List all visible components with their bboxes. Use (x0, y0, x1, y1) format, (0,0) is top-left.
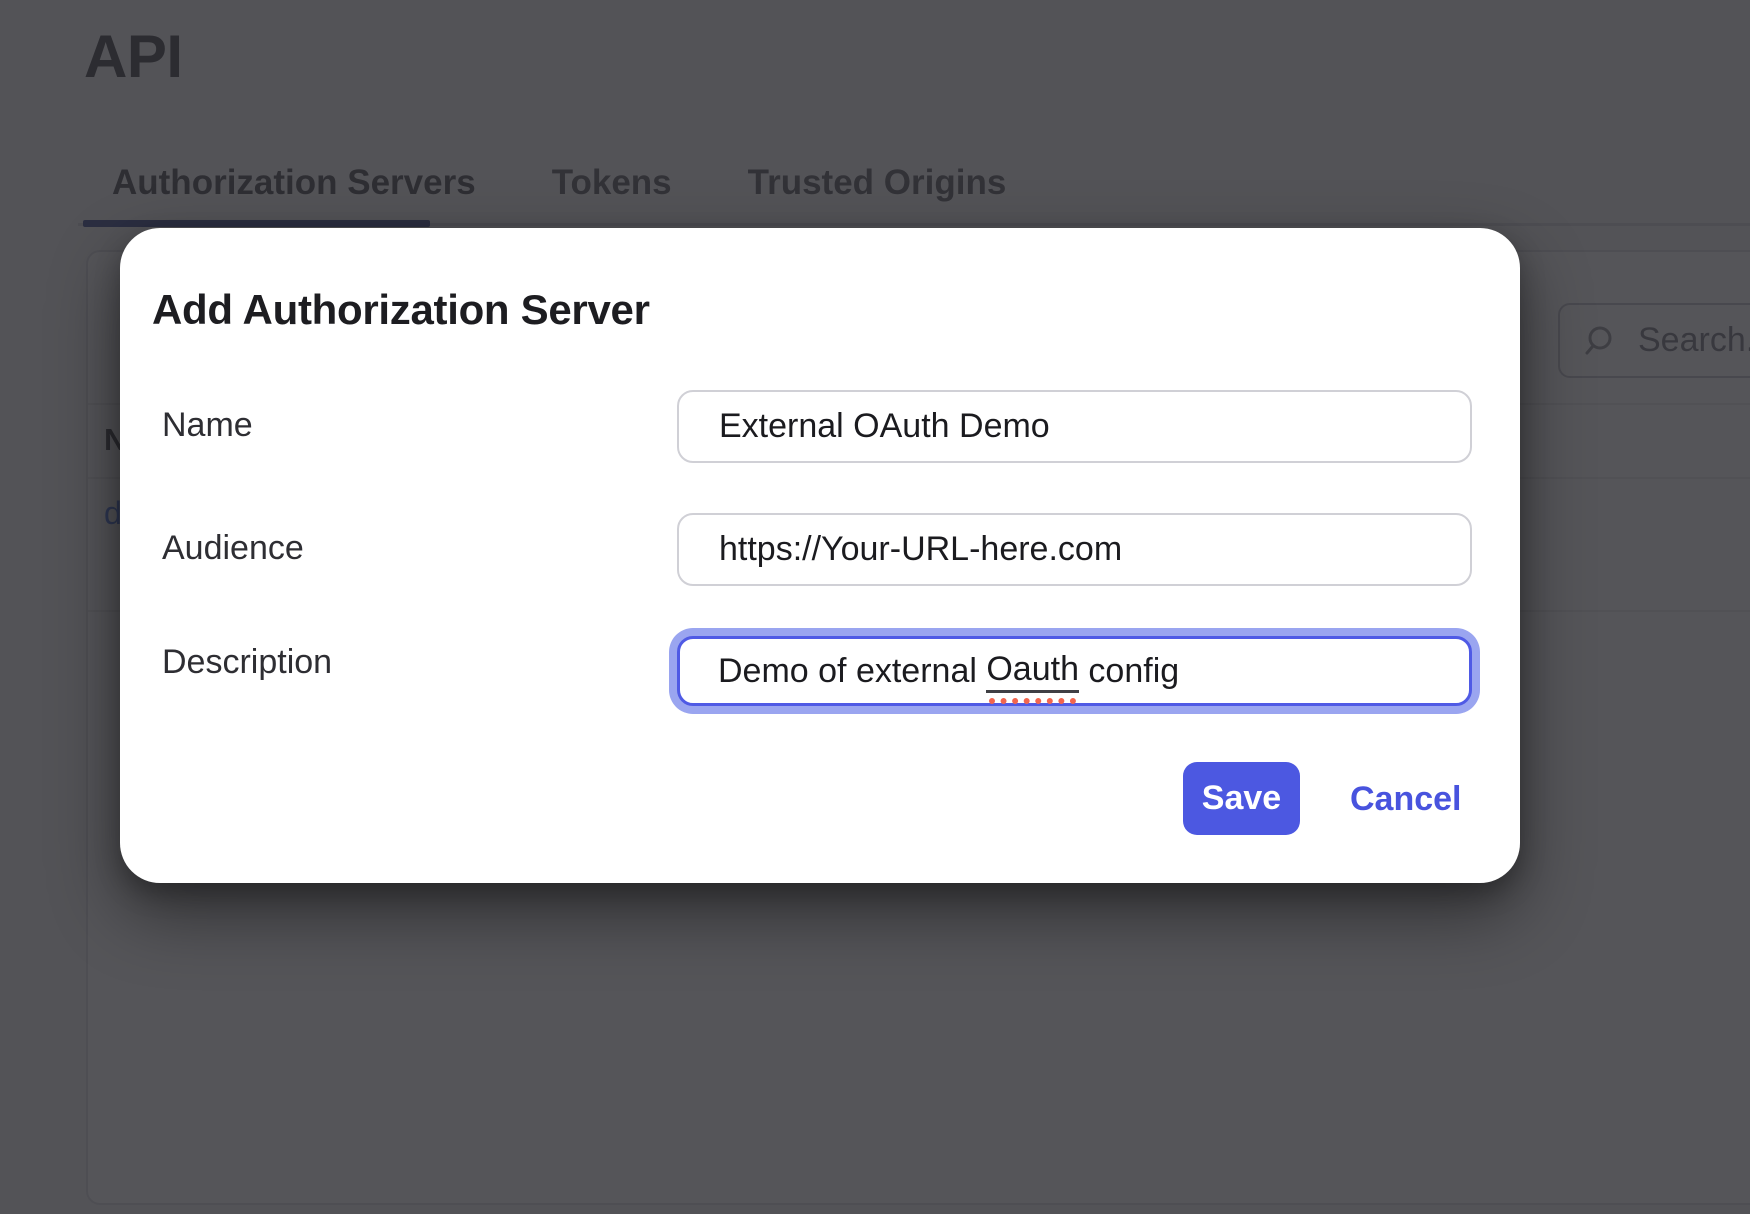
misspelled-word-oauth: Oauth (986, 650, 1079, 693)
description-text-after: config (1079, 652, 1179, 691)
name-input[interactable] (677, 390, 1472, 463)
description-field-label: Description (162, 643, 332, 682)
description-text-before: Demo of external (718, 652, 986, 691)
save-button[interactable]: Save (1183, 762, 1300, 835)
description-input[interactable]: Demo of external Oauth config (677, 636, 1472, 706)
audience-input[interactable] (677, 513, 1472, 586)
modal-title: Add Authorization Server (152, 286, 650, 334)
name-field-label: Name (162, 406, 253, 445)
add-authorization-server-modal: Add Authorization Server Name Audience D… (120, 228, 1520, 883)
cancel-button[interactable]: Cancel (1350, 777, 1462, 822)
audience-field-label: Audience (162, 529, 304, 568)
